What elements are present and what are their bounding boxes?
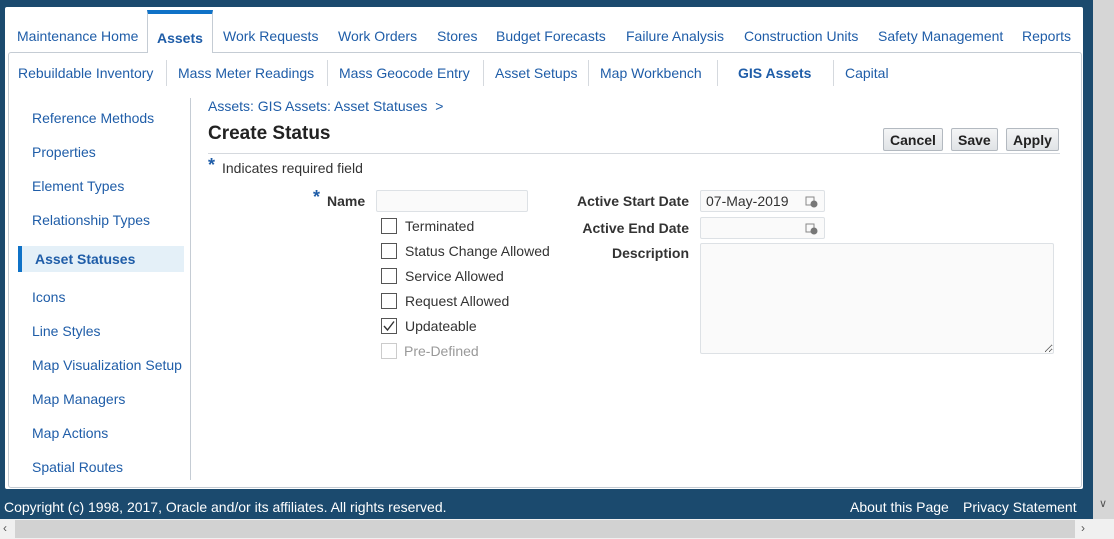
scroll-left-icon[interactable]: ‹ xyxy=(3,521,7,535)
divider xyxy=(717,60,718,86)
scrollbar-thumb[interactable] xyxy=(15,520,1075,538)
save-button[interactable]: Save xyxy=(951,128,998,151)
scroll-down-icon[interactable]: ∨ xyxy=(1099,497,1107,510)
name-label: Name xyxy=(327,193,366,209)
breadcrumb-link[interactable]: Assets: GIS Assets: Asset Statuses xyxy=(208,98,427,114)
request-allowed-checkbox[interactable] xyxy=(381,293,397,309)
updateable-checkbox[interactable] xyxy=(381,318,397,334)
sidebar-item-icons[interactable]: Icons xyxy=(32,289,65,305)
terminated-label: Terminated xyxy=(405,218,475,234)
subtab-gis-assets[interactable]: GIS Assets xyxy=(738,65,811,81)
service-allowed-label: Service Allowed xyxy=(405,268,504,284)
required-asterisk: * xyxy=(313,187,321,207)
active-start-date-value: 07-May-2019 xyxy=(706,193,789,209)
calendar-icon[interactable] xyxy=(805,222,818,235)
tab-reports[interactable]: Reports xyxy=(1022,28,1071,44)
sidebar-item-relationship-types[interactable]: Relationship Types xyxy=(32,212,150,228)
scroll-right-icon[interactable]: › xyxy=(1081,521,1085,535)
tab-safety-management[interactable]: Safety Management xyxy=(878,28,1003,44)
privacy-statement-link[interactable]: Privacy Statement xyxy=(963,499,1077,515)
subtab-rebuildable-inventory[interactable]: Rebuildable Inventory xyxy=(18,65,153,81)
service-allowed-checkbox[interactable] xyxy=(381,268,397,284)
status-change-allowed-label: Status Change Allowed xyxy=(405,243,550,259)
sidebar-item-reference-methods[interactable]: Reference Methods xyxy=(32,110,154,126)
active-end-date-input[interactable] xyxy=(700,217,825,239)
divider xyxy=(588,60,589,86)
sidebar-divider xyxy=(190,98,191,480)
tab-maintenance-home[interactable]: Maintenance Home xyxy=(17,28,138,44)
pre-defined-checkbox xyxy=(381,343,397,359)
pre-defined-label: Pre-Defined xyxy=(404,343,479,359)
description-textarea[interactable] xyxy=(700,243,1054,354)
subtab-mass-meter-readings[interactable]: Mass Meter Readings xyxy=(178,65,314,81)
subtab-capital[interactable]: Capital xyxy=(845,65,889,81)
tab-work-orders[interactable]: Work Orders xyxy=(338,28,417,44)
sidebar-item-asset-statuses[interactable]: Asset Statuses xyxy=(18,246,184,272)
description-label: Description xyxy=(611,245,689,261)
checkmark-icon xyxy=(383,321,395,332)
horizontal-scrollbar[interactable]: ‹ › xyxy=(0,519,1114,539)
active-end-date-label: Active End Date xyxy=(582,220,689,236)
active-start-date-input[interactable]: 07-May-2019 xyxy=(700,190,825,212)
active-start-date-label: Active Start Date xyxy=(576,193,689,209)
breadcrumb-separator: > xyxy=(435,98,444,114)
tab-budget-forecasts[interactable]: Budget Forecasts xyxy=(496,28,606,44)
subtab-mass-geocode-entry[interactable]: Mass Geocode Entry xyxy=(339,65,470,81)
status-change-allowed-checkbox[interactable] xyxy=(381,243,397,259)
divider xyxy=(166,60,167,86)
tab-failure-analysis[interactable]: Failure Analysis xyxy=(626,28,724,44)
sidebar-item-map-visualization-setup[interactable]: Map Visualization Setup xyxy=(32,357,182,373)
required-note: Indicates required field xyxy=(222,160,363,176)
cancel-button[interactable]: Cancel xyxy=(883,128,943,151)
page-title: Create Status xyxy=(208,123,331,144)
vertical-scrollbar[interactable]: ∨ xyxy=(1093,0,1114,519)
terminated-checkbox[interactable] xyxy=(381,218,397,234)
sidebar-item-map-actions[interactable]: Map Actions xyxy=(32,425,108,441)
required-asterisk: * xyxy=(208,155,216,175)
updateable-label: Updateable xyxy=(405,318,477,334)
tab-construction-units[interactable]: Construction Units xyxy=(744,28,858,44)
sidebar-item-element-types[interactable]: Element Types xyxy=(32,178,124,194)
copyright-text: Copyright (c) 1998, 2017, Oracle and/or … xyxy=(4,499,447,515)
divider xyxy=(327,60,328,86)
subtab-asset-setups[interactable]: Asset Setups xyxy=(495,65,578,81)
sidebar-item-map-managers[interactable]: Map Managers xyxy=(32,391,125,407)
tab-stores[interactable]: Stores xyxy=(437,28,477,44)
divider xyxy=(833,60,834,86)
request-allowed-label: Request Allowed xyxy=(405,293,510,309)
calendar-icon[interactable] xyxy=(805,195,818,208)
about-this-page-link[interactable]: About this Page xyxy=(850,499,949,515)
sidebar-item-line-styles[interactable]: Line Styles xyxy=(32,323,100,339)
name-input[interactable] xyxy=(376,190,528,212)
divider xyxy=(483,60,484,86)
sidebar-item-spatial-routes[interactable]: Spatial Routes xyxy=(32,459,123,475)
title-divider xyxy=(208,153,1060,154)
breadcrumb: Assets: GIS Assets: Asset Statuses > xyxy=(208,98,443,114)
apply-button[interactable]: Apply xyxy=(1006,128,1059,151)
sidebar-item-properties[interactable]: Properties xyxy=(32,144,96,160)
tab-work-requests[interactable]: Work Requests xyxy=(223,28,318,44)
tab-assets[interactable]: Assets xyxy=(147,10,213,53)
subtab-map-workbench[interactable]: Map Workbench xyxy=(600,65,702,81)
